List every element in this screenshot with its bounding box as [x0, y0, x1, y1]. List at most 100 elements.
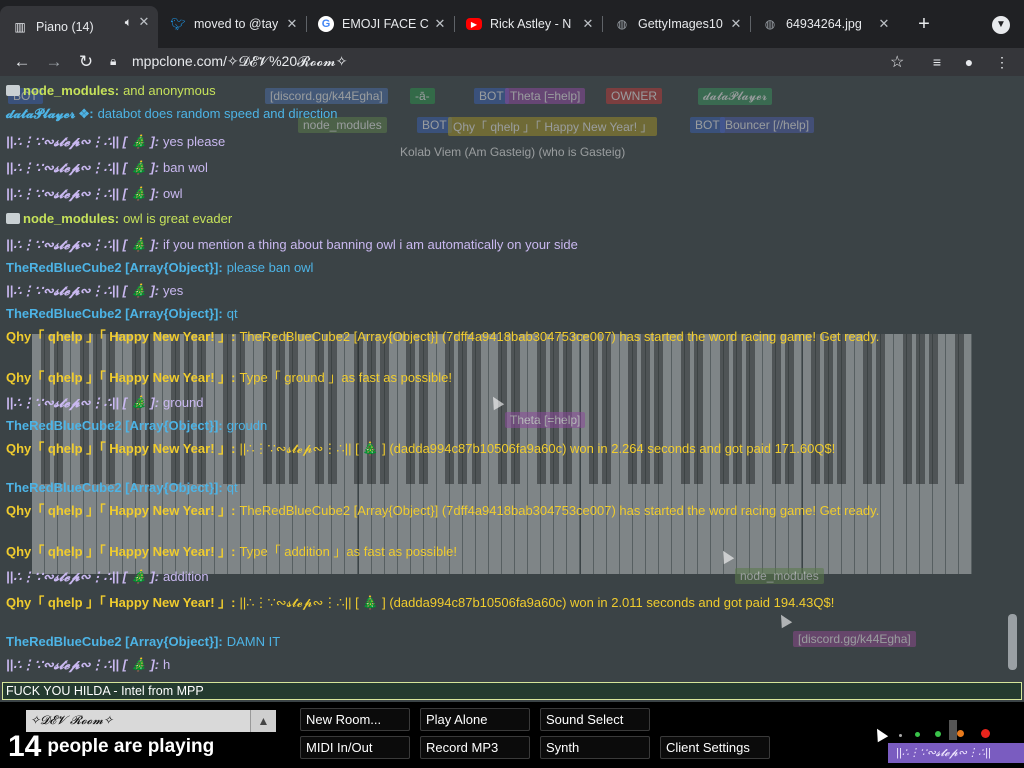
more-menu-icon[interactable]: ⋮: [992, 52, 1012, 72]
chat-message: Qhy「 qhelp 」「 Happy New Year! 」: TheRedBl…: [6, 328, 996, 345]
chat-username[interactable]: TheRedBlueCube2 [Array{Object}]:: [6, 418, 223, 433]
chat-text: qt: [226, 480, 238, 495]
meter-dot: [981, 729, 990, 738]
globe-icon: ◍: [764, 17, 776, 31]
forward-icon[interactable]: →: [42, 50, 66, 74]
tab-title: EMOJI FACE C: [342, 17, 429, 31]
chat-message: TheRedBlueCube2 [Array{Object}]: qt: [6, 305, 996, 322]
synth-button[interactable]: Synth: [540, 736, 650, 759]
chat-username[interactable]: ||∴⋮∵∾𝓼𝓽𝓮𝓹∾⋮∴|| [ 🎄 ]:: [6, 186, 159, 201]
room-name: ✧𝓓𝓔𝓥 𝓡𝓸𝓸𝓶✧: [30, 713, 114, 727]
folder-icon: [6, 213, 20, 224]
chat-text: h: [163, 657, 171, 672]
tab-getty[interactable]: ◍ GettyImages10 ✕: [602, 8, 751, 40]
chat-message: ||∴⋮∵∾𝓼𝓽𝓮𝓹∾⋮∴|| [ 🎄 ]: owl: [6, 185, 996, 202]
tab-title: GettyImages10: [638, 17, 723, 31]
chat-message: ||∴⋮∵∾𝓼𝓽𝓮𝓹∾⋮∴|| [ 🎄 ]: addition: [6, 568, 996, 585]
meter-dot: [899, 734, 902, 737]
midi-button[interactable]: MIDI In/Out: [300, 736, 410, 759]
record-mp3-button[interactable]: Record MP3: [420, 736, 530, 759]
browser-toolbar: ← → ↻ 🔒︎ mppclone.com/✧𝓓𝓔𝓥%20𝓡𝓸𝓸𝓶✧ ☆ ≡ ●…: [0, 48, 1024, 76]
close-tab-icon[interactable]: ✕: [284, 16, 300, 32]
chat-username[interactable]: Qhy「 qhelp 」「 Happy New Year! 」:: [6, 370, 235, 385]
chat-username[interactable]: TheRedBlueCube2 [Array{Object}]:: [6, 260, 223, 275]
chat-username[interactable]: node_modules:: [23, 211, 119, 226]
chat-text: please ban owl: [226, 260, 314, 275]
chat-text: addition: [163, 569, 209, 584]
chat-text: DAMN IT: [226, 634, 281, 649]
chat-text: yes please: [163, 134, 226, 149]
chat-text: qt: [226, 306, 238, 321]
close-tab-icon[interactable]: ✕: [580, 16, 596, 32]
play-alone-button[interactable]: Play Alone: [420, 708, 530, 731]
chat-username[interactable]: ||∴⋮∵∾𝓼𝓽𝓮𝓹∾⋮∴|| [ 🎄 ]:: [6, 657, 159, 672]
chat-username[interactable]: Qhy「 qhelp 」「 Happy New Year! 」:: [6, 441, 235, 456]
chat-username[interactable]: TheRedBlueCube2 [Array{Object}]:: [6, 634, 223, 649]
tab-youtube[interactable]: ▶ Rick Astley - N ✕: [454, 8, 603, 40]
chat-username[interactable]: Qhy「 qhelp 」「 Happy New Year! 」:: [6, 503, 235, 518]
new-room-button[interactable]: New Room...: [300, 708, 410, 731]
chat-text: Type「 addition 」as fast as possible!: [239, 544, 457, 559]
chat-message: node_modules: and anonymous: [6, 82, 996, 99]
chat-text: TheRedBlueCube2 [Array{Object}] (7dff4a9…: [239, 329, 880, 344]
own-user-tag: ||∴⋮∵∾𝓼𝓽𝓮𝓹∾⋮∴||: [888, 743, 1024, 763]
reload-icon[interactable]: ↻: [74, 50, 98, 74]
tab-twitter[interactable]: 🐦︎ moved to @tay ✕: [158, 8, 307, 40]
chat-text: ||∴⋮∵∾𝓼𝓽𝓮𝓹∾⋮∴|| [ 🎄 ] (dadda994c87b10506…: [239, 441, 836, 456]
twitter-icon: 🐦︎: [170, 17, 186, 31]
back-icon[interactable]: ←: [10, 50, 34, 74]
chat-message: ||∴⋮∵∾𝓼𝓽𝓮𝓹∾⋮∴|| [ 🎄 ]: if you mention a t…: [6, 236, 996, 253]
chat-text: yes: [163, 283, 184, 298]
chat-message: TheRedBlueCube2 [Array{Object}]: DAMN IT: [6, 633, 996, 650]
meter-dot: [915, 732, 920, 737]
chat-username[interactable]: ||∴⋮∵∾𝓼𝓽𝓮𝓹∾⋮∴|| [ 🎄 ]:: [6, 134, 159, 149]
close-tab-icon[interactable]: ✕: [876, 16, 892, 32]
chat-username[interactable]: node_modules:: [23, 83, 119, 98]
client-settings-button[interactable]: Client Settings: [660, 736, 770, 759]
chat-username[interactable]: Qhy「 qhelp 」「 Happy New Year! 」:: [6, 329, 235, 344]
meter-dot: [957, 730, 964, 737]
profile-icon[interactable]: ●: [959, 52, 979, 72]
chat-username[interactable]: ||∴⋮∵∾𝓼𝓽𝓮𝓹∾⋮∴|| [ 🎄 ]:: [6, 283, 159, 298]
tab-image[interactable]: ◍ 64934264.jpg ✕: [750, 8, 898, 40]
chat-username[interactable]: ||∴⋮∵∾𝓼𝓽𝓮𝓹∾⋮∴|| [ 🎄 ]:: [6, 160, 159, 175]
chat-message: TheRedBlueCube2 [Array{Object}]: groudn: [6, 417, 996, 434]
mouse-cursor-icon: [871, 725, 889, 743]
chat-message: Qhy「 qhelp 」「 Happy New Year! 」: Type「 gr…: [6, 369, 996, 386]
chat-message: 𝓭𝓪𝓽𝓪𝓟𝓵𝓪𝔂𝓮𝓻 ❖: databot does random speed a…: [6, 105, 996, 122]
close-tab-icon[interactable]: ✕: [432, 16, 448, 32]
close-tab-icon[interactable]: ✕: [728, 16, 744, 32]
new-tab-icon[interactable]: +: [914, 14, 934, 34]
folder-icon: [6, 85, 20, 96]
chat-message: Qhy「 qhelp 」「 Happy New Year! 」: ||∴⋮∵∾𝓼𝓽…: [6, 594, 996, 611]
chat-username[interactable]: ||∴⋮∵∾𝓼𝓽𝓮𝓹∾⋮∴|| [ 🎄 ]:: [6, 237, 159, 252]
chevron-up-icon[interactable]: ▲: [250, 710, 276, 732]
chat-message: Qhy「 qhelp 」「 Happy New Year! 」: Type「 ad…: [6, 543, 996, 560]
chat-username[interactable]: Qhy「 qhelp 」「 Happy New Year! 」:: [6, 544, 235, 559]
chat-username[interactable]: Qhy「 qhelp 」「 Happy New Year! 」:: [6, 595, 235, 610]
meter-dot: [935, 731, 941, 737]
chat-message: ||∴⋮∵∾𝓼𝓽𝓮𝓹∾⋮∴|| [ 🎄 ]: ban wol: [6, 159, 996, 176]
star-icon[interactable]: ☆: [890, 52, 904, 72]
room-selector[interactable]: ✧𝓓𝓔𝓥 𝓡𝓸𝓸𝓶✧ ▲: [26, 710, 276, 732]
close-tab-icon[interactable]: ✕: [136, 14, 152, 30]
chat-message: TheRedBlueCube2 [Array{Object}]: please b…: [6, 259, 996, 276]
chat-username[interactable]: ||∴⋮∵∾𝓼𝓽𝓮𝓹∾⋮∴|| [ 🎄 ]:: [6, 395, 159, 410]
chat-text: TheRedBlueCube2 [Array{Object}] (7dff4a9…: [239, 503, 880, 518]
chat-username[interactable]: TheRedBlueCube2 [Array{Object}]:: [6, 306, 223, 321]
tab-piano[interactable]: ▥ Piano (14) 🔈︎ ✕: [0, 6, 158, 48]
chat-text: if you mention a thing about banning owl…: [163, 237, 578, 252]
tab-google[interactable]: G EMOJI FACE C ✕: [306, 8, 455, 40]
chat-scrollbar[interactable]: [1008, 614, 1017, 670]
chat-text: databot does random speed and direction: [97, 106, 338, 121]
speaker-icon[interactable]: 🔈︎: [125, 15, 132, 30]
sound-select-button[interactable]: Sound Select: [540, 708, 650, 731]
chat-username[interactable]: TheRedBlueCube2 [Array{Object}]:: [6, 480, 223, 495]
chat-input[interactable]: FUCK YOU HILDA - Intel from MPP: [2, 682, 1022, 700]
chat-text: groudn: [226, 418, 268, 433]
chevron-down-icon[interactable]: ▼: [992, 16, 1010, 34]
address-bar[interactable]: 🔒︎ mppclone.com/✧𝓓𝓔𝓥%20𝓡𝓸𝓸𝓶✧: [110, 48, 920, 74]
chat-username[interactable]: 𝓭𝓪𝓽𝓪𝓟𝓵𝓪𝔂𝓮𝓻 ❖:: [6, 106, 94, 121]
media-control-icon[interactable]: ≡: [927, 52, 947, 72]
chat-username[interactable]: ||∴⋮∵∾𝓼𝓽𝓮𝓹∾⋮∴|| [ 🎄 ]:: [6, 569, 159, 584]
